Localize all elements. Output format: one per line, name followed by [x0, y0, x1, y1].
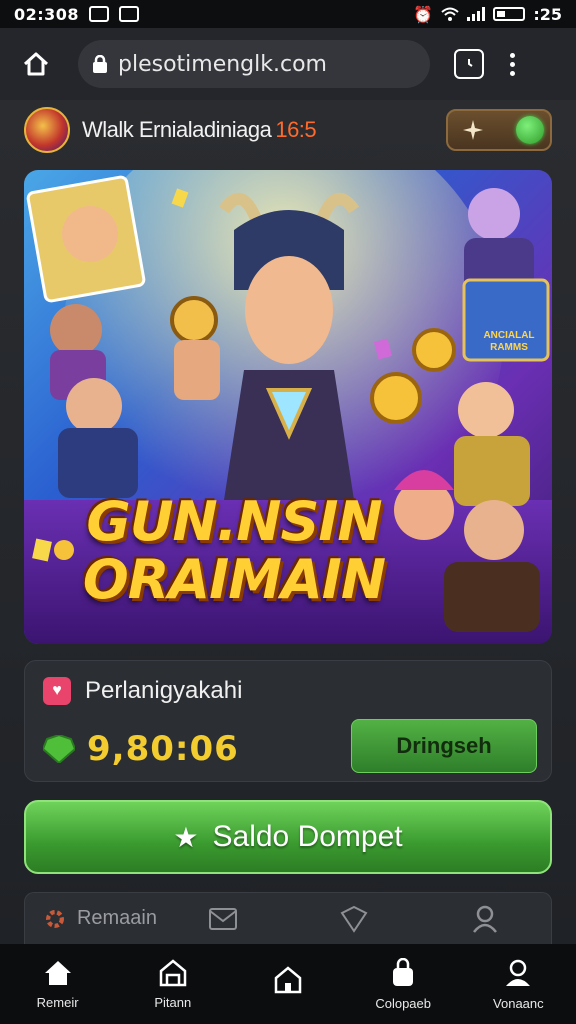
banner-card-text-line2: RAMMS	[490, 342, 528, 353]
lock-icon	[93, 55, 107, 73]
nav-label: Colopaeb	[375, 995, 431, 1011]
card-action-button[interactable]: Dringseh	[351, 719, 537, 773]
gallery-icon	[89, 6, 110, 22]
url-text: plesotimenglk.com	[118, 51, 327, 77]
bag-icon	[393, 957, 414, 986]
nav-label: Remeir	[36, 994, 79, 1010]
home-button[interactable]	[14, 42, 58, 86]
inner-tab-label: Remaain	[76, 907, 157, 929]
app-title: Wlalk Ernialadiniaga 16:5	[82, 117, 317, 143]
banner-title-line1: GUN.NSIN	[86, 490, 382, 553]
gear-icon	[45, 909, 64, 928]
notification-icon	[119, 6, 140, 22]
settings-toggle[interactable]	[446, 109, 552, 151]
hero-banner[interactable]: ANCIALAL RAMMS GUN.NSIN ORAIMAIN	[24, 170, 552, 644]
inner-tab-profile[interactable]	[420, 893, 551, 945]
nav-label: Vonaanc	[493, 995, 544, 1011]
app-title-highlight: 16:5	[275, 117, 317, 142]
inner-tab-bar: Remaain	[24, 892, 552, 944]
app-logo	[24, 107, 70, 153]
browser-toolbar: plesotimenglk.com	[0, 28, 576, 100]
status-bar: 02:308 ⏰ :25	[0, 0, 576, 28]
banner-card-text: ANCIALAL RAMMS	[476, 330, 542, 354]
page-content: Wlalk Ernialadiniaga 16:5 ANCIALAL RAMMS…	[0, 100, 576, 944]
nav-item-center[interactable]	[230, 944, 345, 1024]
inner-tab-remaain[interactable]: Remaain	[25, 893, 157, 945]
signal-icon	[467, 7, 486, 21]
mail-icon	[208, 907, 237, 930]
saldo-dompet-button[interactable]: ★ Saldo Dompet	[24, 800, 552, 874]
app-title-text: Wlalk Ernialadiniaga	[82, 117, 272, 142]
toggle-indicator	[516, 116, 544, 144]
browser-menu-button[interactable]	[510, 52, 515, 76]
balance-card: ♥ Perlanigyakahi 9,80:06 Dringseh	[24, 660, 552, 782]
nav-item-vonaanc[interactable]: Vonaanc	[461, 944, 576, 1024]
shield-icon	[340, 905, 368, 933]
nav-item-colopaeb[interactable]: Colopaeb	[346, 944, 461, 1024]
battery-time: :25	[533, 4, 562, 24]
user-icon	[473, 905, 498, 933]
user-icon	[506, 959, 531, 986]
nav-item-remeir[interactable]: Remeir	[0, 944, 115, 1024]
house-icon	[274, 966, 302, 994]
banner-card-text-line1: ANCIALAL	[483, 330, 535, 341]
app-header: Wlalk Ernialadiniaga 16:5	[24, 106, 552, 154]
saldo-dompet-label: Saldo Dompet	[212, 820, 403, 853]
star-icon: ★	[173, 821, 199, 853]
bottom-navigation: Remeir Pitann Colopaeb Vonaanc	[0, 944, 576, 1024]
store-icon	[159, 958, 187, 986]
balance-amount: 9,80:06	[87, 729, 239, 769]
inner-tab-mail[interactable]	[157, 893, 288, 945]
alarm-icon: ⏰	[413, 4, 434, 24]
banner-title-line2: ORAIMAIN	[82, 548, 386, 611]
sparkle-icon	[463, 120, 483, 140]
url-bar[interactable]: plesotimenglk.com	[78, 40, 430, 88]
card-label-row: ♥ Perlanigyakahi	[43, 677, 242, 705]
clock-icon	[468, 59, 473, 67]
heart-icon: ♥	[43, 677, 71, 705]
gem-icon	[43, 735, 75, 763]
home-icon	[44, 960, 71, 985]
wifi-icon	[441, 7, 459, 21]
nav-label: Pitann	[154, 994, 192, 1010]
inner-tab-shield[interactable]	[288, 893, 419, 945]
nav-item-pitann[interactable]: Pitann	[115, 944, 230, 1024]
home-icon	[23, 52, 49, 76]
card-label: Perlanigyakahi	[85, 677, 243, 704]
status-time: 02:308	[14, 4, 80, 24]
tabs-button[interactable]	[454, 49, 484, 79]
battery-icon	[493, 7, 526, 21]
